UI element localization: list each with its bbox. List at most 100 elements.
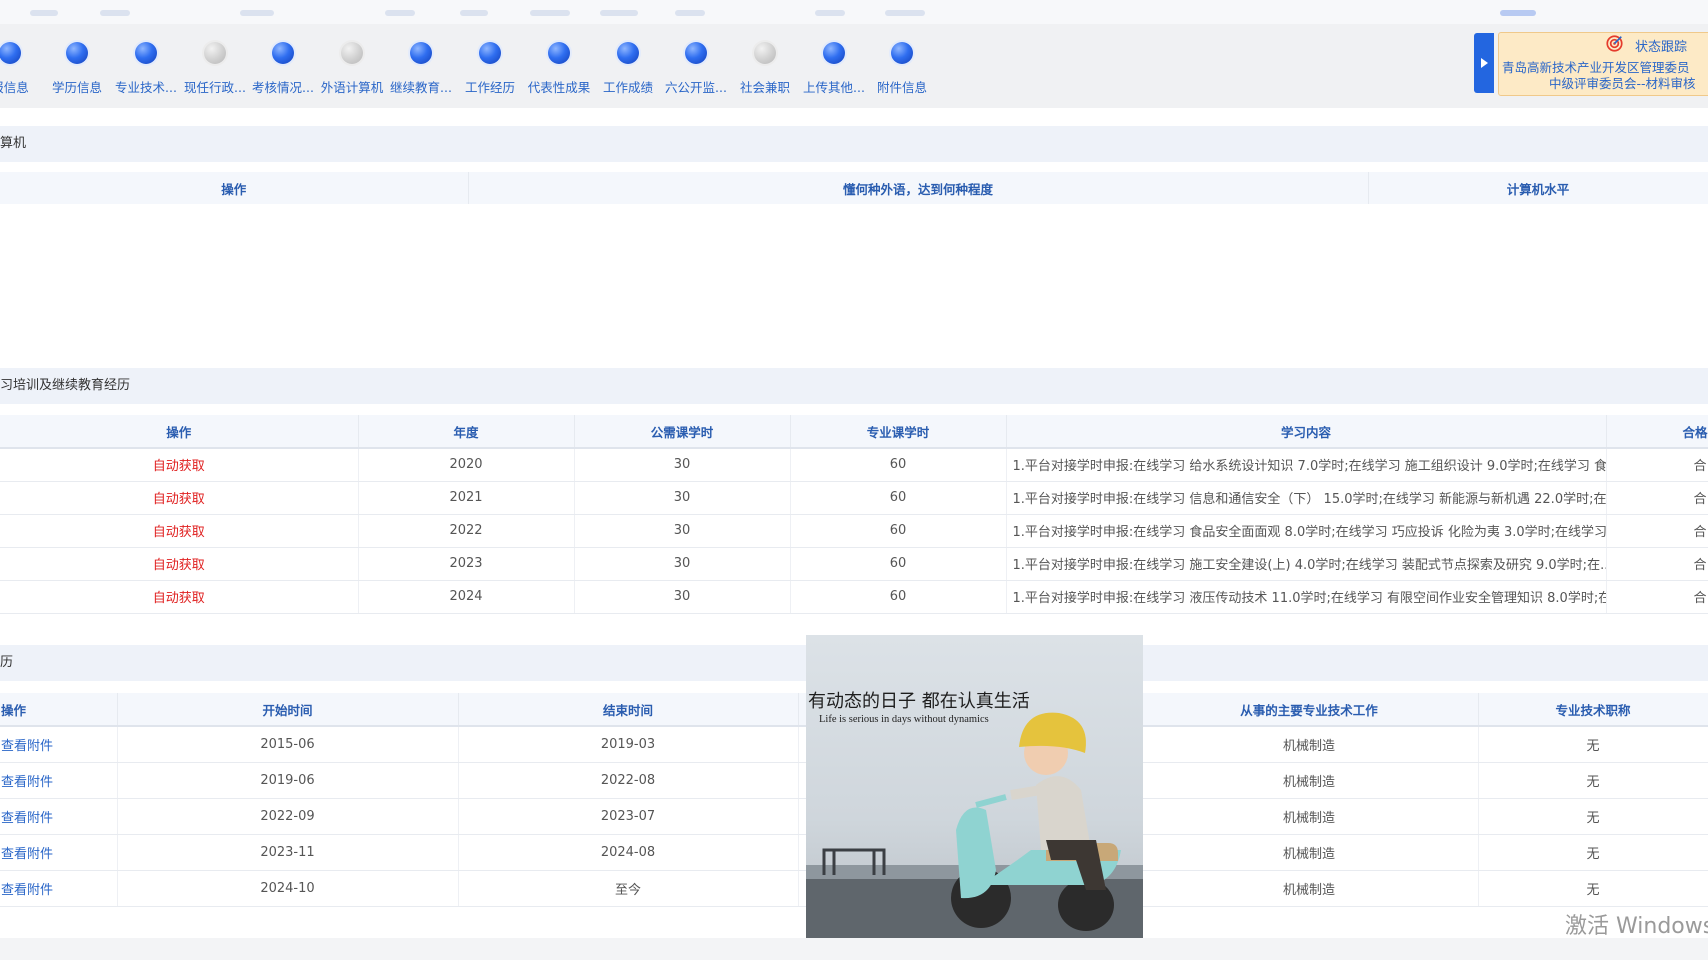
column-header-operation: 操作: [0, 415, 359, 449]
year-cell: 2022: [358, 514, 575, 548]
step-complete-dot-icon: [891, 42, 913, 64]
step-pending-dot-icon: [341, 42, 363, 64]
photo-caption-english: Life is serious in days without dynamics: [819, 714, 989, 725]
step-label: 工作经历: [464, 80, 515, 95]
view-attachment-link[interactable]: 查看附件: [0, 834, 118, 871]
step-label: 工作成绩: [602, 80, 653, 95]
continuing-education-table: 操作 年度 公需课学时 专业课学时 学习内容 合格 自动获取 2020 30 60 1.…: [0, 415, 1708, 614]
column-header-professional-hours: 专业课学时: [790, 415, 1007, 449]
technical-title-cell: 无: [1478, 726, 1708, 763]
start-time-cell: 2022-09: [117, 798, 459, 835]
section-title: 算机: [0, 136, 27, 151]
step-item[interactable]: 代表性成果: [521, 24, 597, 96]
step-item[interactable]: 附件信息: [864, 24, 940, 96]
end-time-cell: 2023-07: [458, 798, 799, 835]
end-time-cell: 2024-08: [458, 834, 799, 871]
step-item[interactable]: 外语计算机: [314, 24, 390, 96]
technical-title-cell: 无: [1478, 798, 1708, 835]
year-cell: 2023: [358, 547, 575, 581]
step-complete-dot-icon: [66, 42, 88, 64]
step-complete-dot-icon: [0, 42, 21, 64]
step-item[interactable]: 学历信息: [39, 24, 115, 96]
step-label: 社会兼职: [739, 80, 790, 95]
column-header-language: 懂何种外语，达到何种程度: [468, 172, 1369, 206]
year-cell: 2024: [358, 580, 575, 614]
step-item[interactable]: 六公开监...: [658, 24, 734, 96]
empty-table-body: [0, 204, 1708, 368]
learning-content-cell: 1.平台对接学时申报:在线学习 食品安全面面观 8.0学时;在线学习 巧应投诉 …: [1006, 514, 1607, 548]
status-tracking-title[interactable]: 状态跟踪: [1635, 36, 1687, 55]
auto-fetch-link[interactable]: 自动获取: [0, 580, 359, 614]
public-hours-cell: 30: [574, 580, 791, 614]
main-work-cell: 机械制造: [1140, 834, 1479, 871]
step-complete-dot-icon: [272, 42, 294, 64]
column-header-pass: 合格: [1606, 415, 1708, 449]
step-pending-dot-icon: [204, 42, 226, 64]
step-item[interactable]: 继续教育...: [383, 24, 459, 96]
learning-content-cell: 1.平台对接学时申报:在线学习 给水系统设计知识 7.0学时;在线学习 施工组织…: [1006, 448, 1607, 482]
learning-content-cell: 1.平台对接学时申报:在线学习 信息和通信安全（下） 15.0学时;在线学习 新…: [1006, 481, 1607, 515]
step-complete-dot-icon: [135, 42, 157, 64]
step-item[interactable]: 工作经历: [452, 24, 528, 96]
section-title: 习培训及继续教育经历: [0, 378, 131, 393]
public-hours-cell: 30: [574, 547, 791, 581]
step-item[interactable]: 现任行政...: [177, 24, 253, 96]
step-progress-bar: 报信息学历信息专业技术...现任行政...考核情况...外语计算机继续教育...…: [0, 24, 1708, 108]
step-complete-dot-icon: [410, 42, 432, 64]
main-work-cell: 机械制造: [1140, 762, 1479, 799]
professional-hours-cell: 60: [790, 580, 1007, 614]
end-time-cell: 2019-03: [458, 726, 799, 763]
step-item[interactable]: 社会兼职: [727, 24, 803, 96]
column-header-operation: 操作: [0, 693, 118, 727]
auto-fetch-link[interactable]: 自动获取: [0, 547, 359, 581]
step-item[interactable]: 专业技术...: [108, 24, 184, 96]
step-item[interactable]: 工作成绩: [590, 24, 666, 96]
technical-title-cell: 无: [1478, 870, 1708, 907]
public-hours-cell: 30: [574, 448, 791, 482]
main-work-cell: 机械制造: [1140, 726, 1479, 763]
main-work-cell: 机械制造: [1140, 870, 1479, 907]
step-item[interactable]: 考核情况...: [245, 24, 321, 96]
table-row: 自动获取 2023 30 60 1.平台对接学时申报:在线学习 施工安全建设(上) 4.…: [0, 547, 1708, 581]
professional-hours-cell: 60: [790, 514, 1007, 548]
windows-activation-watermark: 激活 Windows: [1565, 914, 1708, 939]
learning-content-cell: 1.平台对接学时申报:在线学习 液压传动技术 11.0学时;在线学习 有限空间作…: [1006, 580, 1607, 614]
view-attachment-link[interactable]: 查看附件: [0, 726, 118, 763]
end-time-cell: 2022-08: [458, 762, 799, 799]
pass-cell: 合: [1606, 547, 1708, 581]
pass-cell: 合: [1606, 514, 1708, 548]
learning-content-cell: 1.平台对接学时申报:在线学习 施工安全建设(上) 4.0学时;在线学习 装配式…: [1006, 547, 1607, 581]
step-label: 考核情况...: [252, 80, 314, 95]
column-header-public-hours: 公需课学时: [574, 415, 791, 449]
public-hours-cell: 30: [574, 514, 791, 548]
step-item[interactable]: 上传其他...: [796, 24, 872, 96]
table-row: 自动获取 2021 30 60 1.平台对接学时申报:在线学习 信息和通信安全（下） 1…: [0, 481, 1708, 515]
column-header-main-work: 从事的主要专业技术工作: [1140, 693, 1479, 727]
target-icon: [1606, 35, 1623, 52]
step-label: 继续教育...: [390, 80, 452, 95]
main-work-cell: 机械制造: [1140, 798, 1479, 835]
view-attachment-link[interactable]: 查看附件: [0, 870, 118, 907]
pass-cell: 合: [1606, 580, 1708, 614]
child-scooter-image: [806, 635, 1143, 940]
table-row: 自动获取 2022 30 60 1.平台对接学时申报:在线学习 食品安全面面观 8.0学…: [0, 514, 1708, 548]
auto-fetch-link[interactable]: 自动获取: [0, 514, 359, 548]
auto-fetch-link[interactable]: 自动获取: [0, 448, 359, 482]
end-time-cell: 至今: [458, 870, 799, 907]
technical-title-cell: 无: [1478, 834, 1708, 871]
step-label: 附件信息: [876, 80, 927, 95]
step-label: 学历信息: [51, 80, 102, 95]
table-row: 自动获取 2020 30 60 1.平台对接学时申报:在线学习 给水系统设计知识 7.0…: [0, 448, 1708, 482]
view-attachment-link[interactable]: 查看附件: [0, 798, 118, 835]
table-row: 自动获取 2024 30 60 1.平台对接学时申报:在线学习 液压传动技术 11.0学…: [0, 580, 1708, 614]
step-complete-dot-icon: [685, 42, 707, 64]
start-time-cell: 2019-06: [117, 762, 459, 799]
step-complete-dot-icon: [479, 42, 501, 64]
auto-fetch-link[interactable]: 自动获取: [0, 481, 359, 515]
step-label: 专业技术...: [115, 80, 177, 95]
panel-toggle-button[interactable]: [1474, 33, 1494, 93]
step-complete-dot-icon: [617, 42, 639, 64]
pass-cell: 合: [1606, 481, 1708, 515]
section-header-continuing-education: 习培训及继续教育经历: [0, 368, 1708, 404]
view-attachment-link[interactable]: 查看附件: [0, 762, 118, 799]
